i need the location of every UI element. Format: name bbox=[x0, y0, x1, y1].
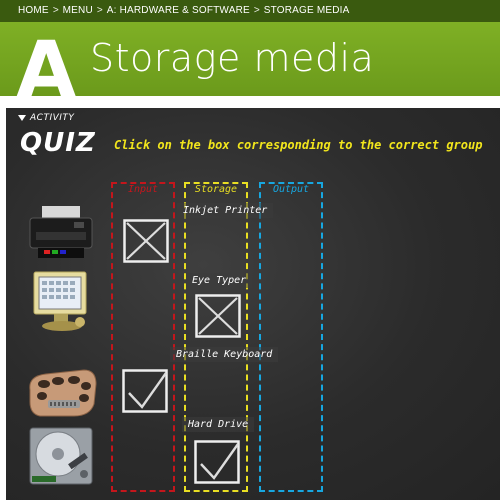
quiz-heading: QUIZ bbox=[20, 128, 96, 158]
breadcrumb-hardware-software[interactable]: A: HARDWARE & SOFTWARE bbox=[107, 0, 250, 22]
output-column-header: Output bbox=[272, 184, 310, 195]
quiz-board: ACTIVITY QUIZ Click on the box correspon… bbox=[6, 108, 500, 500]
breadcrumb-home[interactable]: HOME bbox=[18, 0, 49, 22]
braille-keyboard-image bbox=[29, 369, 97, 417]
header-band: A Storage media bbox=[0, 22, 500, 110]
breadcrumb-separator: > bbox=[253, 5, 260, 16]
breadcrumb-separator: > bbox=[96, 5, 103, 16]
hard-drive-storage-box[interactable] bbox=[194, 440, 240, 484]
item-label-eye-typer: Eye Typer bbox=[186, 273, 253, 288]
eye-typer-image bbox=[33, 271, 87, 331]
activity-toggle[interactable]: ACTIVITY bbox=[18, 113, 74, 123]
breadcrumb: HOME > MENU > A: HARDWARE & SOFTWARE > S… bbox=[0, 0, 500, 22]
header-divider bbox=[0, 96, 500, 108]
check-mark-icon bbox=[128, 372, 167, 409]
braille-keyboard-input-box[interactable] bbox=[122, 369, 168, 413]
check-mark-icon bbox=[200, 443, 239, 480]
output-column bbox=[259, 182, 323, 492]
triangle-down-icon bbox=[18, 114, 26, 121]
inkjet-printer-input-box[interactable] bbox=[123, 219, 169, 263]
item-label-hard-drive: Hard Drive bbox=[182, 417, 255, 432]
storage-column-header: Storage bbox=[194, 184, 238, 195]
inkjet-printer-image bbox=[29, 206, 93, 258]
breadcrumb-separator: > bbox=[52, 5, 59, 16]
activity-label: ACTIVITY bbox=[30, 113, 75, 123]
page-title: Storage media bbox=[90, 36, 375, 80]
input-column-header: Input bbox=[127, 184, 159, 195]
eye-typer-storage-box[interactable] bbox=[195, 294, 241, 338]
quiz-instruction: Click on the box corresponding to the co… bbox=[114, 138, 483, 152]
item-label-braille-keyboard: Braille Keyboard bbox=[170, 347, 279, 362]
item-label-inkjet-printer: Inkjet Printer bbox=[177, 203, 274, 218]
breadcrumb-current: STORAGE MEDIA bbox=[263, 5, 350, 16]
hard-drive-image bbox=[29, 427, 93, 485]
breadcrumb-menu[interactable]: MENU bbox=[63, 0, 93, 22]
